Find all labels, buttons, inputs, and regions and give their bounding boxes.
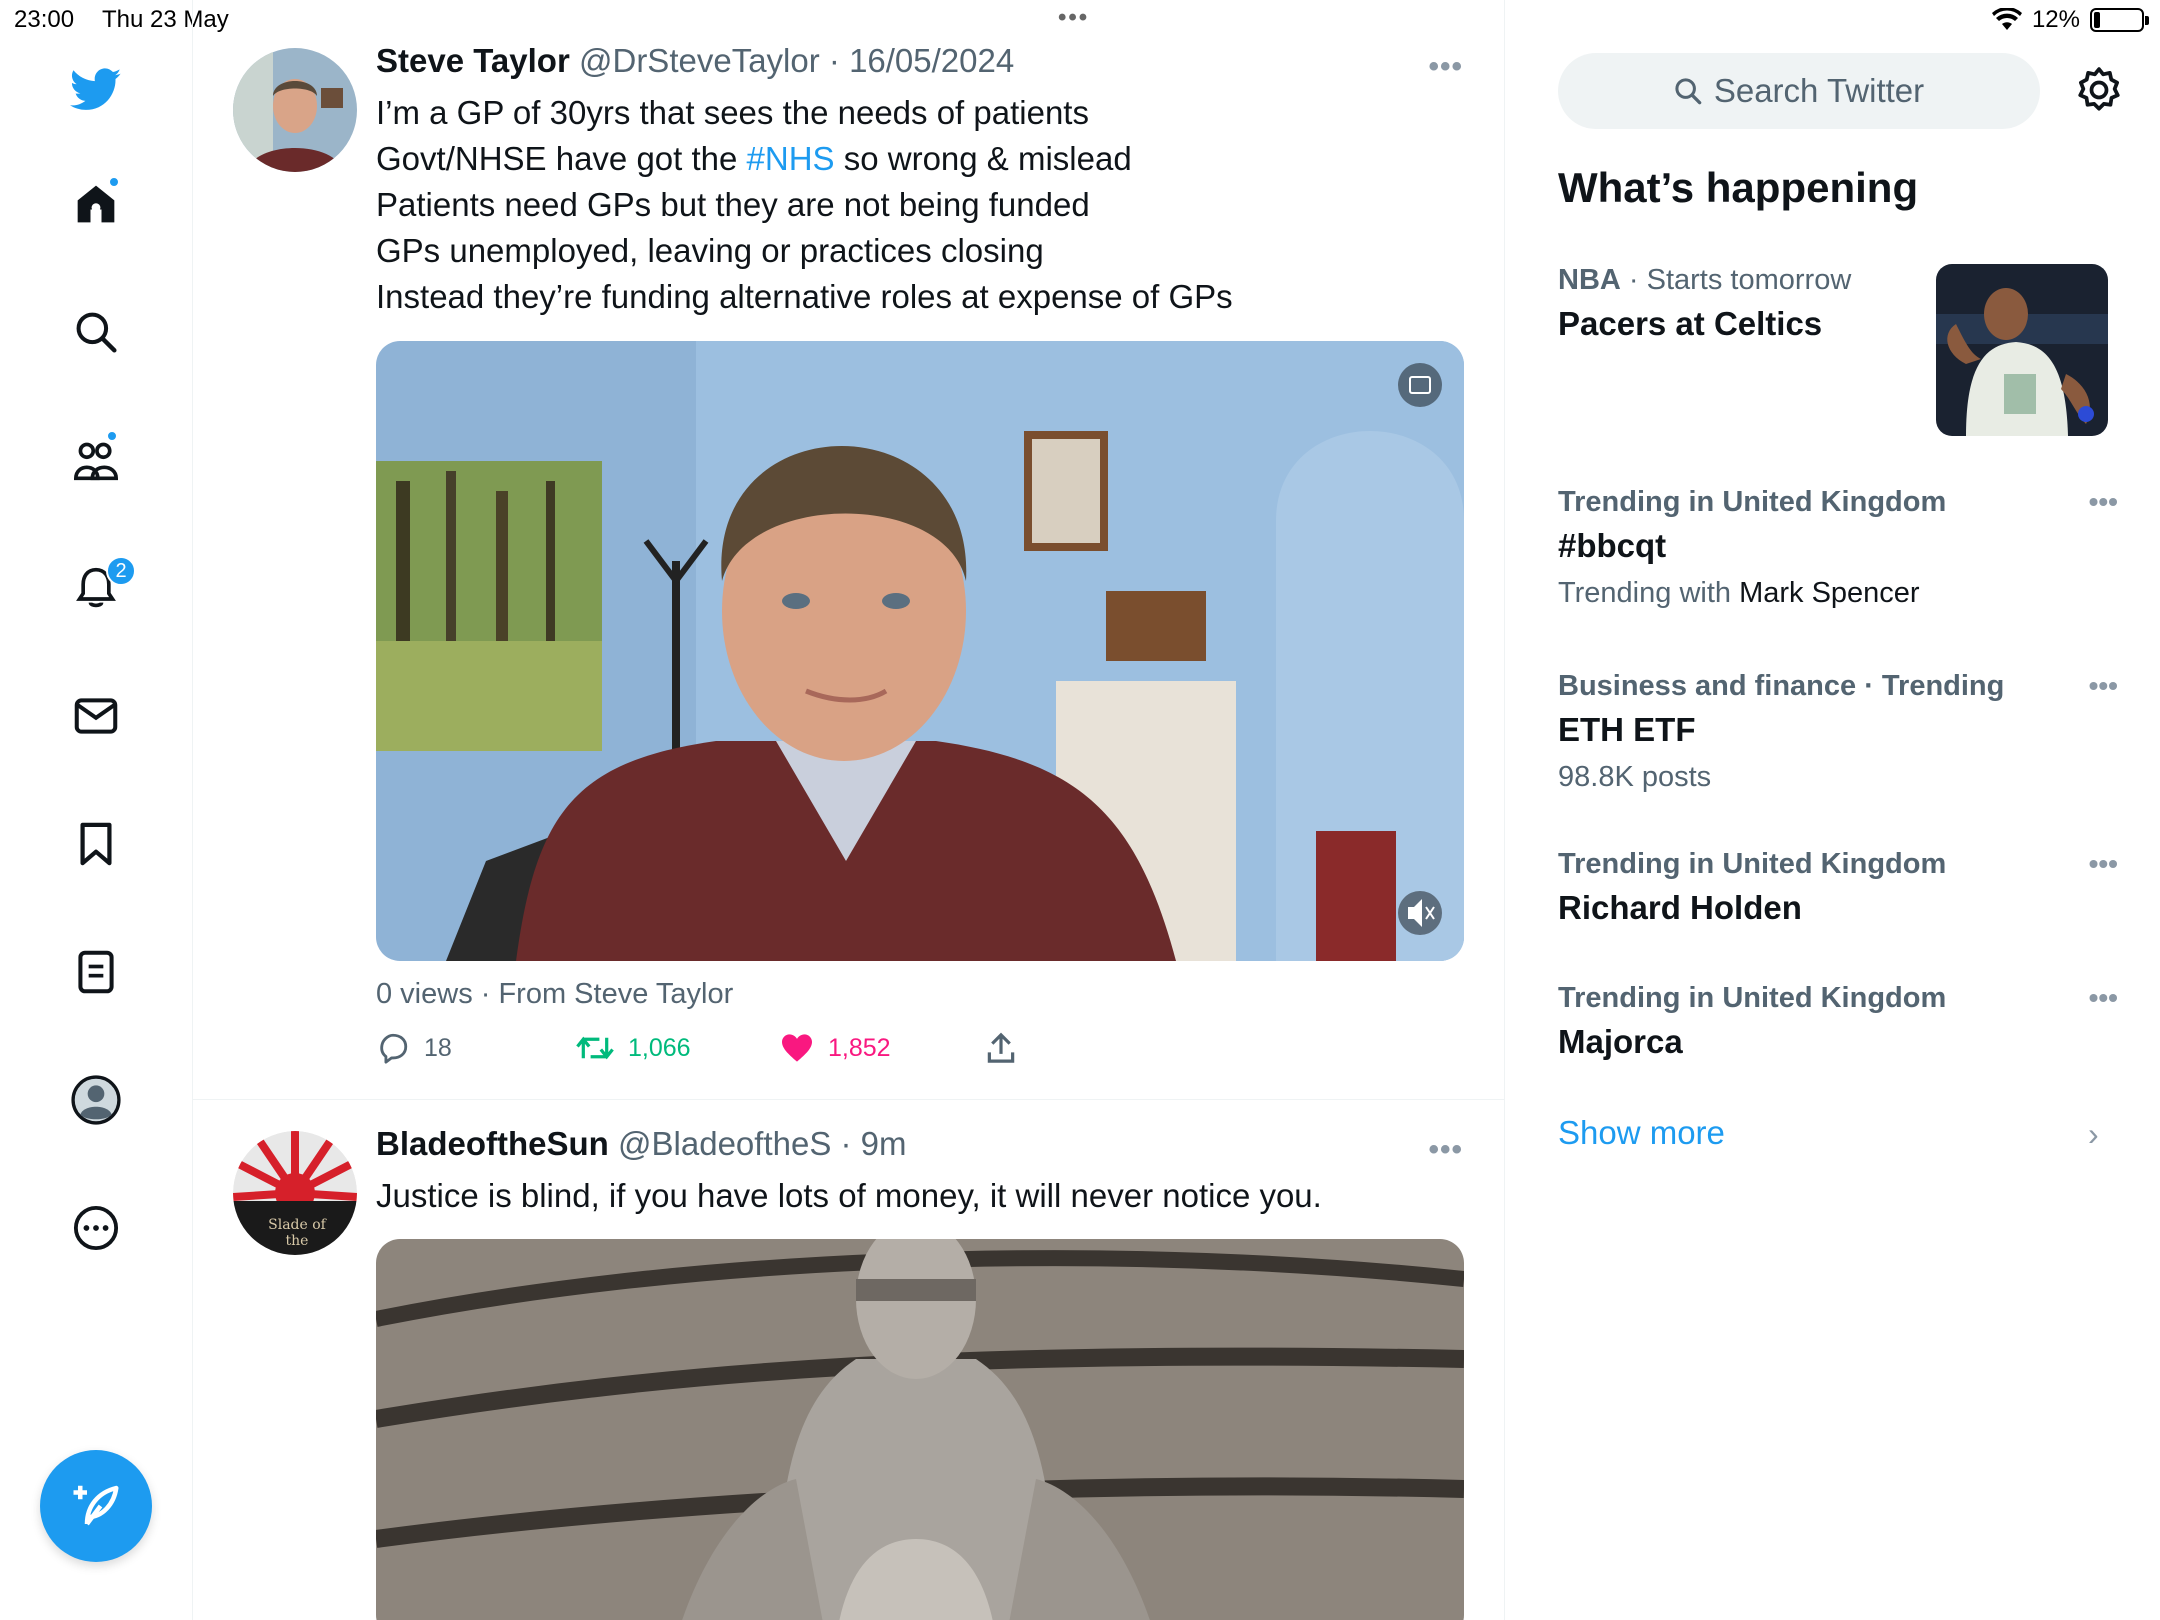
author-handle[interactable]: @BladeoftheS [618, 1125, 831, 1162]
timeline: Steve Taylor @DrSteveTaylor · 16/05/2024… [193, 0, 1505, 1620]
trend-name: #bbcqt [1558, 527, 1667, 564]
settings-icon[interactable] [2074, 66, 2124, 116]
bookmarks-icon[interactable] [70, 818, 122, 870]
communities-icon[interactable] [70, 430, 122, 486]
tweet-line-part: so wrong & mislead [834, 140, 1132, 177]
trend-meta: Trending in United Kingdom [1558, 982, 2118, 1015]
more-icon[interactable] [70, 1202, 122, 1254]
show-more-link[interactable]: Show more [1558, 1114, 1725, 1152]
compose-button[interactable] [40, 1450, 152, 1562]
avatar-text: Slade of the [268, 1217, 326, 1249]
trend-more-icon[interactable]: ••• [2089, 848, 2118, 880]
trend-name: ETH ETF [1558, 711, 1696, 748]
hashtag-link[interactable]: #NHS [747, 140, 835, 177]
tweet-line-part: Govt/NHSE have got the [376, 140, 747, 177]
profile-icon[interactable] [70, 1074, 122, 1126]
more-options-icon[interactable]: ••• [1428, 1133, 1463, 1167]
reply-icon [380, 1033, 408, 1064]
trend-category: Trending in United Kingdom [1558, 848, 1947, 880]
tweet-text: I’m a GP of 30yrs that sees the needs of… [376, 90, 1476, 320]
tweet-video[interactable] [376, 341, 1464, 961]
right-sidebar: Search Twitter What’s happening NBA · St… [1506, 0, 2160, 1620]
tweet-time[interactable]: 16/05/2024 [849, 42, 1014, 79]
share-button[interactable] [986, 1032, 1016, 1064]
home-icon[interactable] [70, 176, 122, 230]
tweet-time[interactable]: 9m [861, 1125, 907, 1162]
tweet-image[interactable] [376, 1239, 1464, 1620]
avatar[interactable]: Slade of the [233, 1131, 357, 1255]
messages-icon[interactable] [70, 690, 122, 742]
search-icon[interactable] [70, 306, 122, 358]
chevron-right-icon[interactable]: › [2088, 1116, 2099, 1153]
author-name[interactable]: Steve Taylor [376, 42, 570, 79]
left-navigation: 2 [0, 0, 193, 1620]
trend-category: NBA [1558, 264, 1621, 296]
separator: · [828, 42, 840, 79]
retweet-count: 1,066 [628, 1033, 691, 1062]
retweet-icon [576, 1036, 614, 1060]
author-handle[interactable]: @DrSteveTaylor [579, 42, 820, 79]
like-count: 1,852 [828, 1033, 891, 1062]
share-icon [987, 1032, 1015, 1063]
tweet-text: Justice is blind, if you have lots of mo… [376, 1177, 1322, 1214]
tweet[interactable]: Slade of the BladeoftheSun @BladeoftheS … [193, 1101, 1504, 1620]
tweet-header: Steve Taylor @DrSteveTaylor · 16/05/2024 [376, 42, 1014, 80]
trend-meta: Business and finance · Trending [1558, 670, 2118, 703]
trend-name: Majorca [1558, 1023, 1683, 1060]
search-input[interactable]: Search Twitter [1558, 53, 2040, 129]
trend-sub: Trending with Mark Spencer [1558, 577, 2118, 610]
tweet[interactable]: Steve Taylor @DrSteveTaylor · 16/05/2024… [193, 40, 1504, 1100]
tweet-line: Patients need GPs but they are not being… [376, 186, 1090, 223]
search-placeholder: Search Twitter [1713, 72, 1925, 109]
trend-image[interactable] [1936, 264, 2108, 436]
communities-unread-dot [106, 430, 118, 442]
trend-item[interactable]: Trending in United Kingdom Majorca ••• [1558, 982, 2118, 1061]
trend-name: Pacers at Celtics [1558, 305, 1823, 342]
lists-icon[interactable] [70, 946, 122, 998]
like-button[interactable]: 1,852 [780, 1033, 986, 1063]
trend-post-count: 98.8K posts [1558, 761, 1712, 793]
trend-category: Trending in United Kingdom [1558, 486, 1947, 518]
tweet-line: Instead they’re funding alternative role… [376, 278, 1233, 315]
reply-count: 18 [424, 1033, 452, 1062]
retweet-button[interactable]: 1,066 [576, 1033, 780, 1063]
trend-meta: Trending in United Kingdom [1558, 848, 2118, 881]
notifications-badge: 2 [106, 556, 136, 586]
whats-happening-title: What’s happening [1558, 164, 1919, 211]
trend-category: Trending in United Kingdom [1558, 982, 1947, 1014]
reply-button[interactable]: 18 [376, 1032, 576, 1064]
tweet-header: BladeoftheSun @BladeoftheS · 9m [376, 1125, 907, 1163]
trend-context: · Starts tomorrow [1620, 264, 1852, 296]
trend-sub-prefix: Trending with [1558, 577, 1740, 609]
avatar[interactable] [233, 48, 357, 172]
trend-related[interactable]: Mark Spencer [1739, 577, 1920, 609]
trend-item[interactable]: Business and finance · Trending ETH ETF … [1558, 670, 2118, 794]
trend-more-icon[interactable]: ••• [2089, 486, 2118, 518]
search-icon [1675, 78, 1702, 105]
compose-icon [73, 1485, 119, 1526]
tweet-line: Govt/NHSE have got the #NHS so wrong & m… [376, 136, 1476, 182]
tweet-line: I’m a GP of 30yrs that sees the needs of… [376, 94, 1089, 131]
trend-more-icon[interactable]: ••• [2089, 982, 2118, 1014]
tweet-line: GPs unemployed, leaving or practices clo… [376, 232, 1044, 269]
trend-category: Business and finance · Trending [1558, 670, 2005, 702]
heart-icon [782, 1034, 812, 1062]
separator: · [840, 1125, 852, 1162]
home-unread-dot [108, 176, 120, 188]
trend-more-icon[interactable]: ••• [2089, 670, 2118, 702]
trend-meta: Trending in United Kingdom [1558, 486, 2118, 519]
more-options-icon[interactable]: ••• [1428, 50, 1463, 84]
author-name[interactable]: BladeoftheSun [376, 1125, 609, 1162]
trend-item[interactable]: NBA · Starts tomorrow Pacers at Celtics [1558, 264, 1938, 343]
twitter-logo-icon[interactable] [70, 64, 122, 116]
trend-item[interactable]: Trending in United Kingdom Richard Holde… [1558, 848, 2118, 927]
tweet-actions: 18 1,066 1,852 [376, 1032, 1016, 1064]
trend-meta: NBA · Starts tomorrow [1558, 264, 1938, 297]
trend-item[interactable]: Trending in United Kingdom #bbcqt Trendi… [1558, 486, 2118, 610]
trend-name: Richard Holden [1558, 889, 1802, 926]
view-count: 0 views · From Steve Taylor [376, 978, 734, 1010]
